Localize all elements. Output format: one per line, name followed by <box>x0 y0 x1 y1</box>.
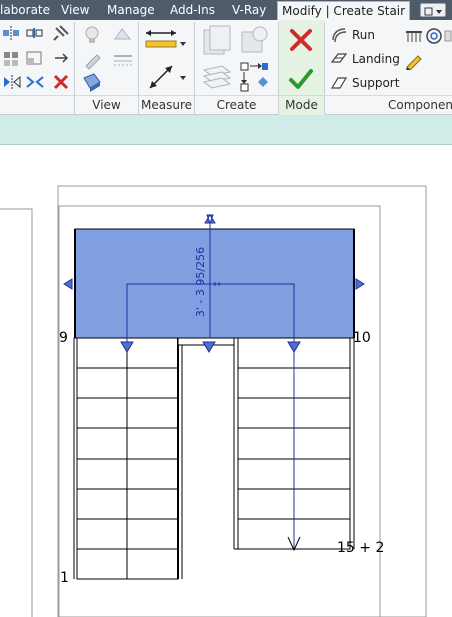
create-parts-icon[interactable] <box>238 24 270 56</box>
create-group-icon[interactable] <box>200 62 234 94</box>
hide-element-icon[interactable] <box>112 25 134 45</box>
support-button[interactable]: Support <box>330 74 400 92</box>
tab-manage[interactable]: Manage <box>107 1 155 20</box>
finish-icon[interactable] <box>288 66 314 92</box>
measure-angle-icon[interactable] <box>144 62 190 94</box>
array-icon[interactable] <box>2 49 22 67</box>
cancel-icon[interactable] <box>288 27 314 53</box>
tab-collaborate[interactable]: laborate <box>0 1 50 20</box>
support-label: Support <box>352 76 400 90</box>
lightbulb-icon[interactable] <box>82 25 102 45</box>
temp-dimension-value[interactable]: 3' - 3 95/256 <box>194 247 207 317</box>
sketch-icon[interactable] <box>404 52 424 71</box>
landing-icon <box>330 53 348 63</box>
spiral-run-icon[interactable] <box>425 27 443 45</box>
landing-label: Landing <box>352 52 400 66</box>
ribbon-options-button[interactable] <box>420 3 446 17</box>
run-label: Run <box>352 28 376 42</box>
riser-number-end: 15 + 2 <box>337 540 385 556</box>
align-icon[interactable] <box>2 24 22 42</box>
support-icon <box>330 77 348 89</box>
scale-icon[interactable] <box>25 49 45 67</box>
panel-label-bar <box>0 95 452 115</box>
run-button[interactable]: Run <box>330 26 400 44</box>
create-similar-icon[interactable] <box>238 60 270 94</box>
offset-icon[interactable] <box>25 73 45 91</box>
temporary-hide-icon[interactable] <box>80 72 104 94</box>
drawing-canvas[interactable]: 3' - 3 95/256 9 10 15 + 2 1 <box>0 145 452 617</box>
tab-v-ray[interactable]: V-Ray <box>232 1 266 20</box>
landing-button[interactable]: Landing <box>330 50 400 68</box>
grip-left[interactable] <box>63 278 73 290</box>
ribbon-options-icon <box>424 7 442 16</box>
riser-number-10: 10 <box>353 330 371 346</box>
run-icon <box>332 28 347 43</box>
ribbon-tab-bar: laborate View Manage Add-Ins V-Ray Modif… <box>0 0 452 20</box>
options-bar <box>0 115 452 145</box>
pin-icon[interactable] <box>52 24 70 42</box>
grip-top[interactable] <box>204 214 216 225</box>
split-icon[interactable] <box>25 24 45 42</box>
adjacent-view-frame <box>0 208 33 617</box>
riser-number-1: 1 <box>60 570 69 586</box>
railing-icon[interactable] <box>404 27 424 45</box>
linework-icon[interactable] <box>112 50 134 70</box>
create-assembly-icon[interactable] <box>200 24 234 58</box>
riser-number-9: 9 <box>59 330 68 346</box>
paint-icon[interactable] <box>82 50 104 70</box>
tab-modify-create-stair[interactable]: Modify | Create Stair <box>277 1 411 20</box>
mirror-icon[interactable] <box>2 73 22 91</box>
more-components-icon[interactable] <box>444 27 452 45</box>
delete-icon[interactable] <box>52 73 70 91</box>
tab-view[interactable]: View <box>61 1 89 20</box>
ribbon: View Measure Create Mode Run Landing Sup… <box>0 20 452 115</box>
grip-landing-bottom[interactable] <box>202 341 216 353</box>
unpin-icon[interactable] <box>52 49 70 67</box>
grip-right[interactable] <box>355 278 365 290</box>
tab-add-ins[interactable]: Add-Ins <box>170 1 215 20</box>
measure-aligned-icon[interactable] <box>144 28 190 52</box>
